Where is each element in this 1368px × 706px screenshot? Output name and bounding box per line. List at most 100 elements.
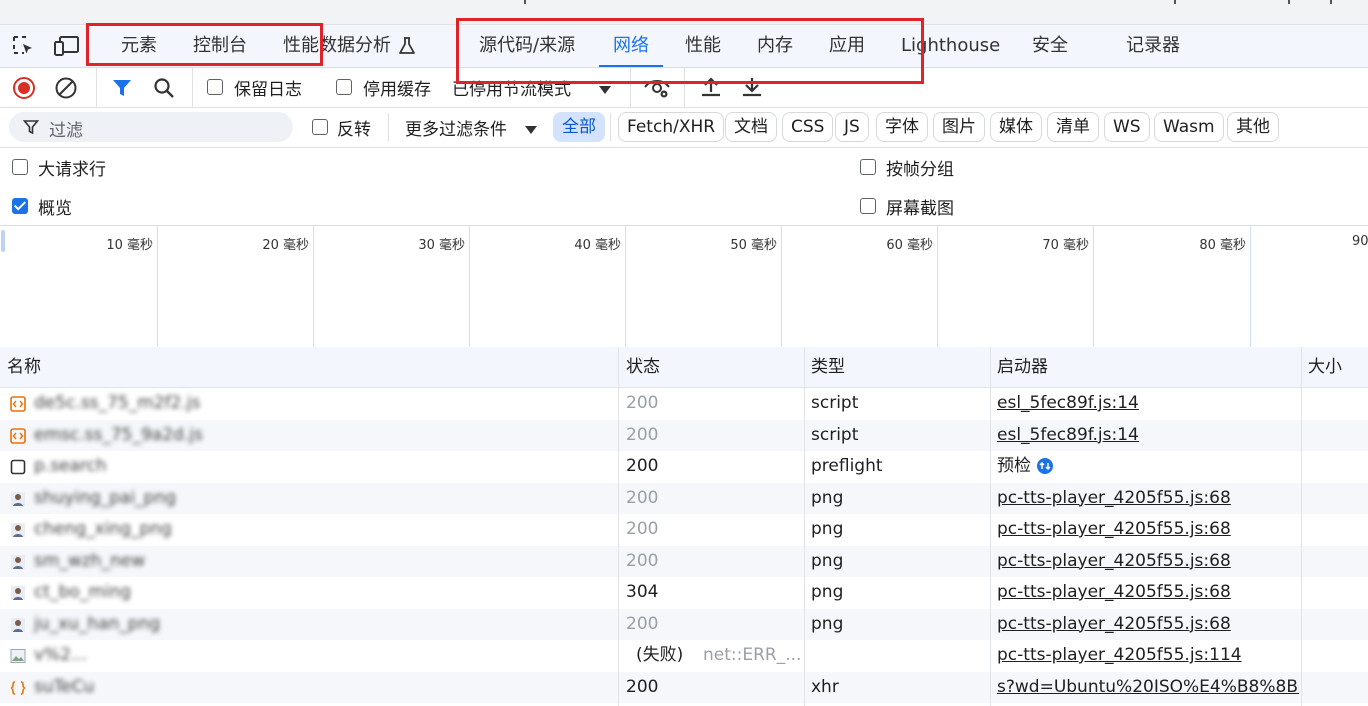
- throttling-select[interactable]: 已停用节流模式: [452, 75, 571, 100]
- tab-console[interactable]: 控制台: [193, 25, 247, 67]
- type-filter-fetch-xhr[interactable]: Fetch/XHR: [618, 112, 725, 142]
- chevron-down-icon[interactable]: [524, 121, 538, 141]
- devtools-tab-bar: 元素 控制台 性能数据分析 源代码/来源 网络 性能 内存 应用 Lightho…: [0, 25, 1368, 68]
- tab-performance[interactable]: 性能: [685, 25, 721, 67]
- search-icon[interactable]: [152, 76, 176, 105]
- type-filter-other[interactable]: 其他: [1227, 112, 1279, 142]
- type-filter-img[interactable]: 图片: [933, 112, 985, 142]
- group-by-frame-label: 按帧分组: [886, 160, 954, 180]
- clear-icon[interactable]: [54, 76, 78, 105]
- request-type: png: [811, 487, 844, 508]
- network-conditions-icon[interactable]: [643, 75, 671, 104]
- column-type-header[interactable]: 类型: [811, 347, 845, 387]
- screenshots-checkbox[interactable]: [860, 198, 876, 214]
- type-filter-ws[interactable]: WS: [1104, 112, 1150, 142]
- request-name[interactable]: suTeCu: [34, 672, 610, 703]
- type-filter-css[interactable]: CSS: [782, 112, 834, 142]
- tab-network[interactable]: 网络: [599, 25, 663, 67]
- column-divider[interactable]: [804, 347, 805, 706]
- request-row[interactable]: ct_bo_ming 304 png pc-tts-player_4205f55.js…: [0, 577, 1368, 609]
- import-har-icon[interactable]: [699, 75, 723, 104]
- tab-lighthouse[interactable]: Lighthouse: [901, 25, 1000, 67]
- request-name[interactable]: ju_xu_han_png: [34, 609, 610, 640]
- type-filter-js[interactable]: JS: [835, 112, 869, 142]
- request-name[interactable]: v%2...: [34, 640, 610, 671]
- request-name[interactable]: cheng_xing_png: [34, 514, 610, 545]
- request-initiator[interactable]: s?wd=Ubuntu%20ISO%E4%B8%8B9: [997, 672, 1299, 703]
- filter-input[interactable]: 过滤: [9, 112, 293, 142]
- type-filter-doc[interactable]: 文档: [725, 112, 777, 142]
- request-name[interactable]: emsc.ss_75_9a2d.js: [34, 420, 610, 451]
- chevron-down-icon[interactable]: [598, 81, 612, 101]
- request-status: 304: [626, 582, 659, 602]
- tab-performance-insights[interactable]: 性能数据分析: [283, 25, 391, 67]
- big-request-rows-checkbox[interactable]: [12, 159, 28, 175]
- request-row[interactable]: suTeCu 200 xhr s?wd=Ubuntu%20ISO%E4%B8%8B9: [0, 671, 1368, 703]
- invert-checkbox[interactable]: [312, 119, 328, 135]
- filter-bar: 过滤 反转 更多过滤条件 全部 Fetch/XHR 文档 CSS JS 字体 图…: [0, 107, 1368, 148]
- request-row[interactable]: cheng_xing_png 200 png pc-tts-player_4205f5…: [0, 514, 1368, 546]
- timeline-overview[interactable]: 10 毫秒 20 毫秒 30 毫秒 40 毫秒 50 毫秒 60 毫秒 70 毫…: [0, 225, 1368, 349]
- tab-sources[interactable]: 源代码/来源: [479, 25, 575, 67]
- request-initiator[interactable]: esl_5fec89f.js:14: [997, 420, 1299, 451]
- group-by-frame-checkbox[interactable]: [860, 159, 876, 175]
- request-name[interactable]: p.search: [34, 451, 610, 482]
- type-filter-font[interactable]: 字体: [876, 112, 928, 142]
- image-icon: [10, 648, 26, 669]
- disable-cache-checkbox[interactable]: [336, 79, 352, 95]
- request-name[interactable]: de5c.ss_75_m2f2.js: [34, 388, 610, 419]
- type-filter-manifest[interactable]: 清单: [1047, 112, 1099, 142]
- column-divider[interactable]: [990, 347, 991, 706]
- timeline-range-handle[interactable]: [1, 230, 5, 252]
- column-name-header[interactable]: 名称: [7, 347, 41, 387]
- request-initiator[interactable]: pc-tts-player_4205f55.js:68: [997, 483, 1299, 514]
- request-type: png: [811, 613, 844, 634]
- tab-recorder[interactable]: 记录器: [1126, 25, 1180, 67]
- preflight-link-icon[interactable]: [1036, 457, 1054, 480]
- avatar-icon: [10, 491, 26, 512]
- tab-elements[interactable]: 元素: [121, 25, 157, 67]
- request-status: 200: [626, 550, 659, 571]
- request-row[interactable]: de5c.ss_75_m2f2.js 200 script esl_5fec89f.j…: [0, 388, 1368, 420]
- request-status: 200: [626, 613, 659, 634]
- more-filters-dropdown[interactable]: 更多过滤条件: [405, 115, 507, 140]
- column-size-header[interactable]: 大小: [1308, 347, 1342, 387]
- request-row[interactable]: v%2... (失败) net::ERR_... pc-tts-player_4205…: [0, 640, 1368, 672]
- request-initiator[interactable]: pc-tts-player_4205f55.js:68: [997, 609, 1299, 640]
- device-toolbar-icon[interactable]: [54, 35, 80, 62]
- type-filter-media[interactable]: 媒体: [990, 112, 1042, 142]
- request-name[interactable]: shuying_pai_png: [34, 483, 610, 514]
- type-filter-all[interactable]: 全部: [553, 112, 605, 142]
- overview-checkbox[interactable]: [12, 198, 28, 214]
- tab-application[interactable]: 应用: [829, 25, 865, 67]
- script-icon: [10, 396, 26, 417]
- request-status: 200: [626, 487, 659, 508]
- request-row[interactable]: shuying_pai_png 200 png pc-tts-player_4205f…: [0, 482, 1368, 514]
- request-type: script: [811, 424, 859, 445]
- timeline-gridline: [937, 226, 938, 348]
- preserve-log-checkbox[interactable]: [207, 79, 223, 95]
- filter-placeholder: 过滤: [49, 121, 83, 141]
- column-initiator-header[interactable]: 启动器: [997, 347, 1048, 387]
- export-har-icon[interactable]: [740, 75, 764, 104]
- record-stop-icon[interactable]: [12, 76, 36, 105]
- inspect-element-icon[interactable]: [12, 35, 36, 62]
- column-divider[interactable]: [1301, 347, 1302, 706]
- tab-security[interactable]: 安全: [1032, 25, 1068, 67]
- tab-memory[interactable]: 内存: [757, 25, 793, 67]
- request-name[interactable]: ct_bo_ming: [34, 577, 610, 608]
- request-row[interactable]: p.search 200 preflight 预检: [0, 451, 1368, 483]
- request-initiator[interactable]: pc-tts-player_4205f55.js:114: [997, 640, 1299, 671]
- request-row[interactable]: sm_wzh_new 200 png pc-tts-player_4205f55.js…: [0, 545, 1368, 577]
- column-status-header[interactable]: 状态: [626, 347, 660, 387]
- type-filter-wasm[interactable]: Wasm: [1154, 112, 1224, 142]
- request-row[interactable]: emsc.ss_75_9a2d.js 200 script esl_5fec89f.j…: [0, 419, 1368, 451]
- request-initiator[interactable]: esl_5fec89f.js:14: [997, 388, 1299, 419]
- column-divider[interactable]: [618, 347, 619, 706]
- request-initiator[interactable]: pc-tts-player_4205f55.js:68: [997, 514, 1299, 545]
- request-name[interactable]: sm_wzh_new: [34, 546, 610, 577]
- request-initiator[interactable]: pc-tts-player_4205f55.js:68: [997, 577, 1299, 608]
- filter-funnel-icon[interactable]: [111, 77, 133, 104]
- request-row[interactable]: ju_xu_han_png 200 png pc-tts-player_4205f55…: [0, 608, 1368, 640]
- request-initiator[interactable]: pc-tts-player_4205f55.js:68: [997, 546, 1299, 577]
